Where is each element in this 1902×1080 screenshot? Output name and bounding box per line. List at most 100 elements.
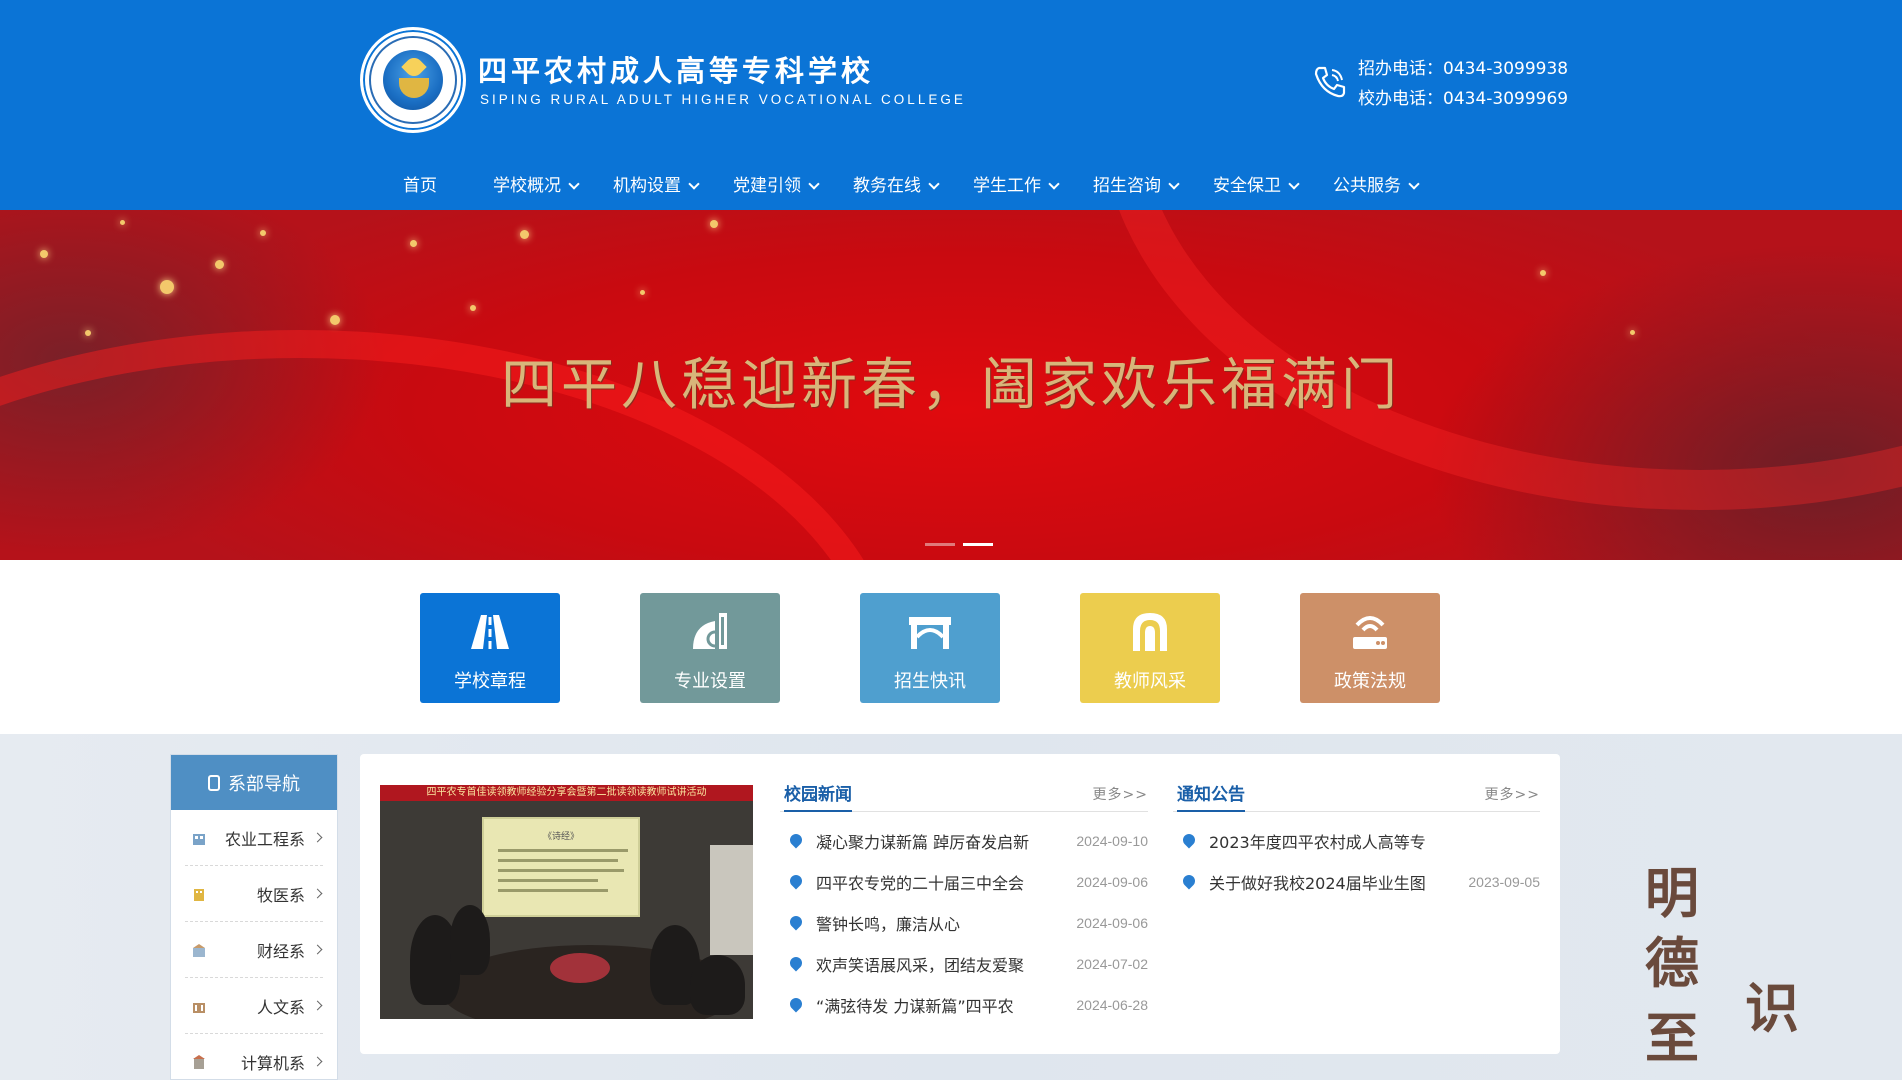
- sidebar-item-agricultural-engineering[interactable]: 农业工程系: [185, 810, 323, 866]
- banner-decoration: [520, 230, 529, 239]
- campus-news-more-link[interactable]: 更多>>: [1093, 784, 1148, 804]
- banner-decoration: [640, 290, 645, 295]
- news-date: 2024-09-10: [1076, 833, 1148, 849]
- building-icon: [194, 888, 204, 901]
- campus-news-title[interactable]: 校园新闻: [784, 780, 852, 812]
- news-item[interactable]: 警钟长鸣，廉洁从心 2024-09-06: [780, 906, 1148, 940]
- quick-link-teachers[interactable]: 教师风采: [1080, 593, 1220, 703]
- quick-link-label: 教师风采: [1114, 671, 1186, 692]
- road-icon: [471, 615, 509, 649]
- banner-decoration: [215, 260, 224, 269]
- nav-academic[interactable]: 教务在线: [853, 168, 973, 204]
- quick-link-label: 专业设置: [674, 671, 746, 692]
- nav-services[interactable]: 公共服务: [1333, 168, 1453, 204]
- chevron-down-icon: [1048, 177, 1060, 190]
- school-logo[interactable]: [360, 27, 466, 133]
- quick-link-admissions-news[interactable]: 招生快讯: [860, 593, 1000, 703]
- quick-link-label: 学校章程: [454, 671, 526, 692]
- notice-item[interactable]: 关于做好我校2024届毕业生图 2023-09-05: [1173, 865, 1540, 899]
- chevron-down-icon: [1168, 177, 1180, 190]
- calligraphy-char: 德: [1645, 931, 1699, 995]
- photo-banner-text: 四平农专首佳读领教师经验分享会暨第二批读领读教师试讲活动: [380, 785, 753, 801]
- news-title: 欢声笑语展风采，团结友爱聚: [816, 956, 1025, 975]
- news-title: 警钟长鸣，廉洁从心: [816, 915, 961, 934]
- quick-links: 学校章程 专业设置 招生快讯 教师风采 政策法规: [0, 560, 1902, 734]
- pin-icon: [790, 957, 802, 971]
- projector-screen: 《诗经》: [482, 817, 640, 917]
- admissions-phone: 招办电话：0434-3099938: [1358, 59, 1569, 79]
- chevron-down-icon: [568, 177, 580, 190]
- banner-decoration: [710, 220, 718, 228]
- chevron-right-icon: [312, 832, 323, 843]
- notice-title: 关于做好我校2024届毕业生图: [1209, 874, 1426, 893]
- nav-home[interactable]: 首页: [380, 168, 493, 204]
- building-icon: [193, 1054, 205, 1069]
- news-photo[interactable]: 四平农专首佳读领教师经验分享会暨第二批读领读教师试讲活动 《诗经》: [380, 785, 753, 1019]
- sidebar-item-label: 计算机系: [240, 1053, 305, 1073]
- calligraphy-char: 至: [1645, 1006, 1699, 1070]
- news-item[interactable]: 欢声笑语展风采，团结友爱聚 2024-07-02: [780, 947, 1148, 981]
- banner-decoration: [1630, 330, 1635, 335]
- nav-departments[interactable]: 机构设置: [613, 168, 733, 204]
- quick-link-charter[interactable]: 学校章程: [420, 593, 560, 703]
- sidebar-item-finance[interactable]: 财经系: [185, 922, 323, 978]
- slider-dot-1[interactable]: [925, 543, 955, 546]
- sidebar-item-label: 财经系: [256, 941, 305, 961]
- office-phone: 校办电话：0434-3099969: [1358, 89, 1569, 109]
- chevron-right-icon: [312, 1000, 323, 1011]
- screen-text: 《诗经》: [542, 832, 579, 842]
- notices-more-link[interactable]: 更多>>: [1485, 784, 1540, 804]
- nav-party[interactable]: 党建引领: [733, 168, 853, 204]
- chevron-right-icon: [312, 1056, 323, 1067]
- building-icon: [193, 1002, 205, 1013]
- building-icon: [193, 943, 205, 957]
- chevron-right-icon: [312, 944, 323, 955]
- sidebar-item-label: 牧医系: [256, 885, 305, 905]
- notice-date: 2023-09-05: [1468, 874, 1540, 890]
- arch-icon: [1133, 613, 1167, 651]
- news-title: 凝心聚力谋新篇 踔厉奋发启新: [816, 833, 1030, 852]
- chevron-right-icon: [312, 888, 323, 899]
- chevron-down-icon: [928, 177, 940, 190]
- sidebar-item-veterinary[interactable]: 牧医系: [185, 866, 323, 922]
- news-item[interactable]: 凝心聚力谋新篇 踔厉奋发启新 2024-09-10: [780, 824, 1148, 858]
- calligraphy-char: 识: [1745, 976, 1799, 1040]
- site-header: 四平农村成人高等专科学校 SIPING RURAL ADULT HIGHER V…: [0, 0, 1902, 210]
- nav-student[interactable]: 学生工作: [973, 168, 1093, 204]
- news-title: “满弦待发 力谋新篇”四平农: [816, 997, 1014, 1016]
- chevron-down-icon: [1288, 177, 1300, 190]
- gate-icon: [909, 617, 951, 649]
- school-name-cn: 四平农村成人高等专科学校: [478, 54, 875, 88]
- news-item[interactable]: “满弦待发 力谋新篇”四平农 2024-06-28: [780, 988, 1148, 1022]
- banner-decoration: [40, 250, 48, 258]
- notice-item[interactable]: 2023年度四平农村成人高等专: [1173, 824, 1540, 858]
- slider-pagination: [925, 543, 993, 546]
- sidebar-item-computer[interactable]: 计算机系: [185, 1034, 323, 1080]
- news-date: 2024-09-06: [1076, 874, 1148, 890]
- router-icon: [1353, 616, 1387, 649]
- banner-decoration: [160, 280, 174, 294]
- nav-about[interactable]: 学校概况: [493, 168, 613, 204]
- hero-banner[interactable]: 四平八稳迎新春，阖家欢乐福满门: [0, 210, 1902, 560]
- calligraphy-char: 明: [1645, 861, 1699, 925]
- news-title: 四平农专党的二十届三中全会: [816, 874, 1025, 893]
- chevron-down-icon: [1408, 177, 1420, 190]
- sidebar-item-label: 农业工程系: [224, 829, 305, 849]
- quick-link-policy[interactable]: 政策法规: [1300, 593, 1440, 703]
- sidebar-item-humanities[interactable]: 人文系: [185, 978, 323, 1034]
- banner-decoration: [330, 315, 340, 325]
- news-date: 2024-06-28: [1076, 997, 1148, 1013]
- slider-dot-2[interactable]: [963, 543, 993, 546]
- banner-title: 四平八稳迎新春，阖家欢乐福满门: [501, 353, 1401, 418]
- news-item[interactable]: 四平农专党的二十届三中全会 2024-09-06: [780, 865, 1148, 899]
- chevron-down-icon: [688, 177, 700, 190]
- banner-decoration: [410, 240, 417, 247]
- nav-security[interactable]: 安全保卫: [1213, 168, 1333, 204]
- notices-header: 通知公告 更多>>: [1173, 780, 1540, 812]
- notices-title[interactable]: 通知公告: [1177, 780, 1245, 812]
- banner-decoration: [470, 305, 476, 311]
- nav-admissions[interactable]: 招生咨询: [1093, 168, 1213, 204]
- notice-title: 2023年度四平农村成人高等专: [1209, 833, 1426, 852]
- quick-link-majors[interactable]: 专业设置: [640, 593, 780, 703]
- pin-icon: [790, 916, 802, 930]
